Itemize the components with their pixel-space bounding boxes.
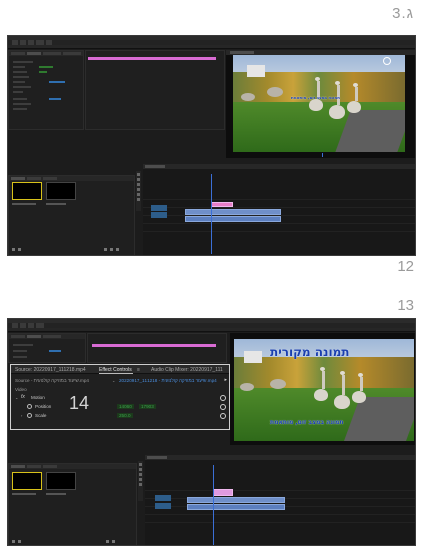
- selection-tool-icon[interactable]: [139, 463, 142, 466]
- effect-controls-panel: [8, 50, 84, 130]
- video-section-header: Video: [15, 387, 27, 392]
- sequence-dropdown-chevron-icon[interactable]: ⌄: [112, 378, 115, 383]
- effect-controls-tabs: Source: 20220917_111218.mp4 Effect Contr…: [11, 365, 229, 374]
- workspace-strip: [8, 328, 415, 332]
- effect-timeline-panel: [85, 50, 225, 130]
- tab-source[interactable]: Source: 20220917_111218.mp4: [15, 367, 86, 373]
- tools-panel: [138, 461, 143, 501]
- video-frame: תמונה מקורית תמונה במצב זום, מותאמת: [234, 339, 414, 441]
- scale-expand-icon[interactable]: ›: [21, 413, 22, 418]
- motion-reset-icon[interactable]: [220, 395, 226, 401]
- premiere-screenshot-1: תמונה במצב זום, מותאמת: [7, 35, 416, 256]
- hand-tool-icon[interactable]: [137, 198, 140, 201]
- timeline-playhead[interactable]: [213, 465, 214, 545]
- position-stopwatch-icon[interactable]: [27, 404, 32, 409]
- track-select-tool-icon[interactable]: [139, 468, 142, 471]
- effect-timeline-panel: [87, 333, 227, 363]
- clip-bar: [88, 57, 216, 60]
- position-y-value[interactable]: 17903: [139, 404, 156, 409]
- timeline-panel: [143, 164, 415, 255]
- transform-handle[interactable]: [383, 57, 391, 65]
- timeline-playhead[interactable]: [211, 174, 212, 254]
- timeline-video-clip[interactable]: [187, 497, 285, 503]
- motion-label: Motion: [31, 395, 45, 400]
- overlay-subtitle: תמונה במצב זום, מותאמת: [291, 95, 340, 100]
- effect-controls-callout: Source: 20220917_111218.mp4 Effect Contr…: [10, 364, 230, 430]
- bin-sequence-thumbnail[interactable]: [46, 472, 76, 490]
- pen-tool-icon[interactable]: [139, 483, 142, 486]
- play-triangle-icon[interactable]: ▸: [224, 377, 227, 383]
- project-panel: [8, 175, 135, 255]
- premiere-screenshot-2: תמונה מקורית תמונה במצב זום, מותאמת Sour…: [7, 318, 416, 546]
- sequence-label[interactable]: 20220917_111218 - שיעור במוזיקה קולנועית…: [119, 378, 217, 383]
- project-panel: [8, 463, 137, 545]
- overlay-title: תמונה מקורית: [270, 345, 350, 359]
- ripple-tool-icon[interactable]: [139, 473, 142, 476]
- timeline-overlay-clip[interactable]: [213, 489, 233, 496]
- source-sequence-row: Source - שיעור במוזיקה קולנועית.mp4 ⌄ 20…: [11, 375, 229, 385]
- tab-audio-clip-mixer[interactable]: Audio Clip Mixer: 20220917_111: [151, 367, 223, 373]
- step-label-12: 12: [397, 258, 414, 275]
- motion-row: ⌄ fx Motion: [11, 394, 229, 402]
- position-row: Position 14060 17903: [11, 403, 229, 411]
- bin-clip-thumbnail[interactable]: [12, 182, 42, 200]
- bin-sequence-thumbnail[interactable]: [46, 182, 76, 200]
- effect-controls-panel-bg: [8, 333, 86, 363]
- timeline-video-clip[interactable]: [185, 209, 281, 215]
- timeline-panel: [145, 455, 415, 545]
- pen-tool-icon[interactable]: [137, 193, 140, 196]
- scale-row: › Scale 250.0: [11, 412, 229, 420]
- position-label: Position: [35, 404, 52, 409]
- scale-label: Scale: [35, 413, 47, 418]
- position-reset-icon[interactable]: [220, 404, 226, 410]
- razor-tool-icon[interactable]: [137, 188, 140, 191]
- ripple-tool-icon[interactable]: [137, 183, 140, 186]
- program-monitor: תמונה מקורית תמונה במצב זום, מותאמת: [230, 333, 415, 445]
- razor-tool-icon[interactable]: [139, 478, 142, 481]
- scale-reset-icon[interactable]: [220, 413, 226, 419]
- program-monitor: תמונה במצב זום, מותאמת: [226, 50, 415, 158]
- timeline-audio-clip[interactable]: [185, 216, 281, 222]
- scale-stopwatch-icon[interactable]: [27, 413, 32, 418]
- position-x-value[interactable]: 14060: [117, 404, 134, 409]
- selection-tool-icon[interactable]: [137, 173, 140, 176]
- clip-bar: [92, 344, 216, 347]
- expand-chevron-icon[interactable]: ⌄: [15, 395, 18, 400]
- timeline-overlay-clip[interactable]: [211, 202, 233, 207]
- timeline-audio-clip[interactable]: [187, 504, 285, 510]
- step-label-13: 13: [397, 297, 414, 314]
- bin-clip-thumbnail[interactable]: [12, 472, 42, 490]
- tools-panel: [136, 171, 141, 211]
- track-select-tool-icon[interactable]: [137, 178, 140, 181]
- source-label[interactable]: Source - שיעור במוזיקה קולנועית.mp4: [15, 378, 89, 383]
- panel-menu-icon[interactable]: ≡: [137, 367, 140, 373]
- video-frame: תמונה במצב זום, מותאמת: [233, 55, 405, 152]
- overlay-subtitle: תמונה במצב זום, מותאמת: [270, 419, 344, 426]
- step-label-top: ג.3: [392, 5, 414, 22]
- fx-icon[interactable]: fx: [21, 394, 25, 400]
- step-number-annotation: 14: [69, 393, 90, 413]
- scale-value[interactable]: 250.0: [117, 413, 133, 418]
- workspace-strip: [8, 45, 415, 49]
